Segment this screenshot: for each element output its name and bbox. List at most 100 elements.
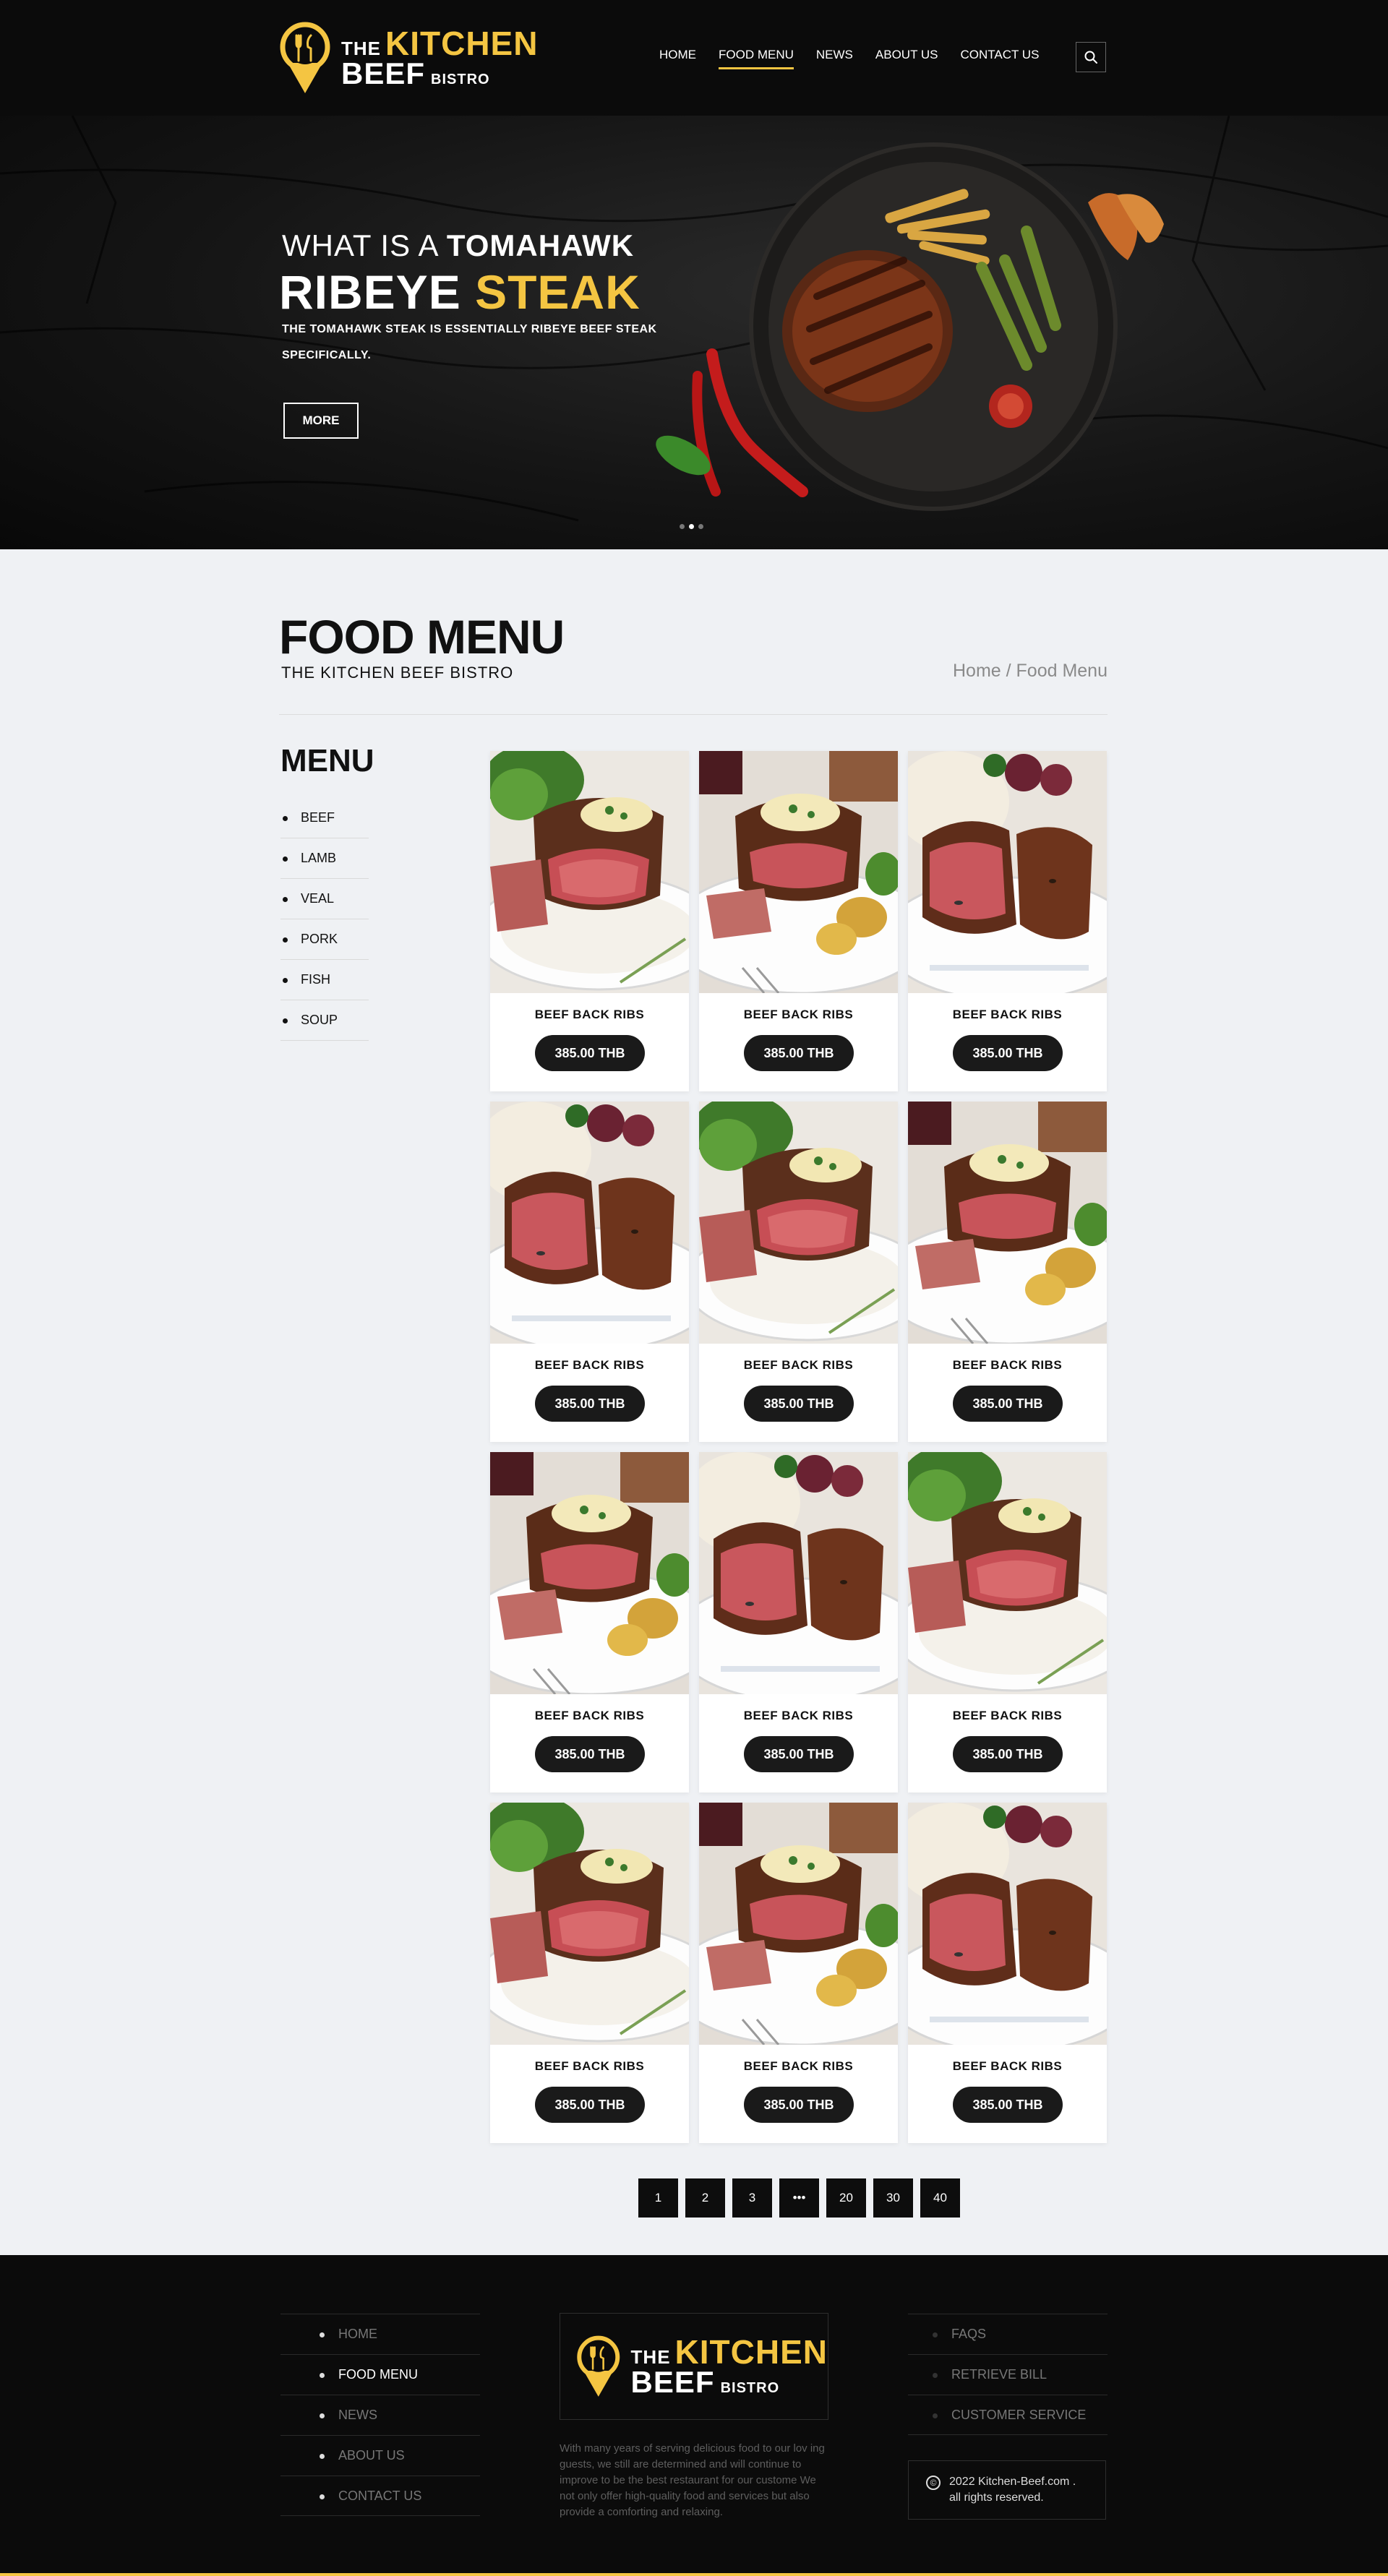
nav-home[interactable]: HOME bbox=[659, 48, 696, 69]
copyright-box: © 2022 Kitchen-Beef.com . all rights res… bbox=[908, 2460, 1106, 2520]
search-icon bbox=[1084, 51, 1097, 64]
footer-support-links: FAQS RETRIEVE BILL CUSTOMER SERVICE bbox=[908, 2314, 1108, 2435]
footer-link-news[interactable]: NEWS bbox=[280, 2395, 480, 2435]
slider-dot-3[interactable] bbox=[698, 524, 703, 529]
site-header: THE KITCHEN BEEF BISTRO HOME FOOD MENU N… bbox=[0, 0, 1388, 116]
logo-pin-icon bbox=[577, 2335, 620, 2397]
product-card[interactable]: BEEF BACK RIBS 385.00 THB bbox=[490, 1452, 689, 1793]
price-badge[interactable]: 385.00 THB bbox=[744, 1736, 854, 1772]
product-name: BEEF BACK RIBS bbox=[534, 1358, 645, 1372]
page-3[interactable]: 3 bbox=[732, 2178, 772, 2217]
footer-link-retrieve-bill[interactable]: RETRIEVE BILL bbox=[908, 2354, 1108, 2395]
page-ellipsis[interactable]: ••• bbox=[779, 2178, 819, 2217]
product-image bbox=[490, 1102, 689, 1344]
footer-link-food-menu[interactable]: FOOD MENU bbox=[280, 2354, 480, 2395]
category-lamb[interactable]: LAMB bbox=[280, 838, 369, 879]
product-name: BEEF BACK RIBS bbox=[952, 1709, 1063, 1722]
sidebar-heading: MENU bbox=[280, 743, 374, 778]
slider-dot-1[interactable] bbox=[680, 524, 685, 529]
product-name: BEEF BACK RIBS bbox=[534, 1008, 645, 1021]
nav-about-us[interactable]: ABOUT US bbox=[875, 48, 938, 69]
copyright-line2: all rights reserved. bbox=[949, 2491, 1044, 2504]
nav-contact-us[interactable]: CONTACT US bbox=[960, 48, 1039, 69]
copyright-line1: 2022 Kitchen-Beef.com . bbox=[949, 2476, 1076, 2488]
nav-news[interactable]: NEWS bbox=[816, 48, 853, 69]
category-soup[interactable]: SOUP bbox=[280, 1000, 369, 1041]
product-card[interactable]: BEEF BACK RIBS 385.00 THB bbox=[908, 1803, 1107, 2143]
footer-link-about-us[interactable]: ABOUT US bbox=[280, 2435, 480, 2476]
copyright-icon: © bbox=[926, 2476, 941, 2490]
price-badge[interactable]: 385.00 THB bbox=[744, 2087, 854, 2123]
slider-dot-2[interactable] bbox=[689, 524, 694, 529]
logo-wordmark: THE KITCHEN BEEF BISTRO bbox=[341, 27, 538, 89]
price-badge[interactable]: 385.00 THB bbox=[744, 1035, 854, 1071]
price-badge[interactable]: 385.00 THB bbox=[535, 2087, 645, 2123]
footer-logo-kitchen: KITCHEN bbox=[674, 2333, 828, 2371]
hero-title-line2: RIBEYE STEAK bbox=[279, 265, 641, 319]
footer-description: With many years of serving delicious foo… bbox=[560, 2442, 825, 2518]
category-beef[interactable]: BEEF bbox=[280, 798, 369, 838]
breadcrumb[interactable]: Home / Food Menu bbox=[953, 661, 1108, 682]
product-image bbox=[699, 1803, 898, 2045]
product-card[interactable]: BEEF BACK RIBS 385.00 THB bbox=[699, 1102, 898, 1442]
footer-nav: HOME FOOD MENU NEWS ABOUT US CONTACT US bbox=[280, 2314, 480, 2516]
price-badge[interactable]: 385.00 THB bbox=[535, 1035, 645, 1071]
product-card[interactable]: BEEF BACK RIBS 385.00 THB bbox=[908, 1452, 1107, 1793]
page-subtitle: THE KITCHEN BEEF BISTRO bbox=[281, 664, 514, 682]
logo-kitchen: KITCHEN bbox=[385, 25, 539, 62]
page-title: FOOD MENU bbox=[279, 610, 565, 664]
page-30[interactable]: 30 bbox=[873, 2178, 913, 2217]
product-card[interactable]: BEEF BACK RIBS 385.00 THB bbox=[490, 751, 689, 1091]
product-card[interactable]: BEEF BACK RIBS 385.00 THB bbox=[908, 1102, 1107, 1442]
divider bbox=[279, 714, 1108, 715]
nav-food-menu[interactable]: FOOD MENU bbox=[719, 48, 794, 69]
footer-link-home[interactable]: HOME bbox=[280, 2314, 480, 2354]
category-fish[interactable]: FISH bbox=[280, 960, 369, 1000]
price-badge[interactable]: 385.00 THB bbox=[953, 1736, 1063, 1772]
page-1[interactable]: 1 bbox=[638, 2178, 678, 2217]
page-2[interactable]: 2 bbox=[685, 2178, 725, 2217]
footer-logo-the: THE bbox=[630, 2346, 671, 2368]
product-card[interactable]: BEEF BACK RIBS 385.00 THB bbox=[908, 751, 1107, 1091]
hero-title-line1-b: TOMAHAWK bbox=[446, 228, 635, 262]
price-badge[interactable]: 385.00 THB bbox=[953, 2087, 1063, 2123]
logo-bistro: BISTRO bbox=[431, 72, 490, 87]
product-name: BEEF BACK RIBS bbox=[534, 2059, 645, 2073]
price-badge[interactable]: 385.00 THB bbox=[953, 1386, 1063, 1422]
price-badge[interactable]: 385.00 THB bbox=[953, 1035, 1063, 1071]
product-image bbox=[490, 751, 689, 993]
product-card[interactable]: BEEF BACK RIBS 385.00 THB bbox=[490, 1102, 689, 1442]
product-name: BEEF BACK RIBS bbox=[743, 1008, 854, 1021]
footer-logo[interactable]: THE KITCHEN BEEF BISTRO bbox=[560, 2313, 828, 2420]
category-list: BEEF LAMB VEAL PORK FISH SOUP bbox=[280, 798, 369, 1041]
main-nav: HOME FOOD MENU NEWS ABOUT US CONTACT US bbox=[659, 48, 1061, 69]
slider-dots bbox=[680, 524, 703, 529]
product-card[interactable]: BEEF BACK RIBS 385.00 THB bbox=[699, 1803, 898, 2143]
product-name: BEEF BACK RIBS bbox=[743, 2059, 854, 2073]
footer-logo-bistro: BISTRO bbox=[720, 2380, 780, 2396]
brand-logo[interactable]: THE KITCHEN BEEF BISTRO bbox=[279, 20, 538, 95]
footer-link-customer-service[interactable]: CUSTOMER SERVICE bbox=[908, 2395, 1108, 2435]
footer-logo-beef: BEEF bbox=[630, 2365, 715, 2399]
page-40[interactable]: 40 bbox=[920, 2178, 960, 2217]
product-card[interactable]: BEEF BACK RIBS 385.00 THB bbox=[490, 1803, 689, 2143]
logo-pin-icon bbox=[280, 22, 330, 93]
hero-subtitle: THE TOMAHAWK STEAK IS ESSENTIALLY RIBEYE… bbox=[282, 323, 657, 361]
footer-logo-wordmark: THE KITCHEN BEEF BISTRO bbox=[631, 2335, 828, 2397]
price-badge[interactable]: 385.00 THB bbox=[535, 1386, 645, 1422]
product-grid: BEEF BACK RIBS 385.00 THB BEEF BACK RIBS 3… bbox=[490, 751, 1107, 2143]
price-badge[interactable]: 385.00 THB bbox=[744, 1386, 854, 1422]
product-image bbox=[699, 751, 898, 993]
product-image bbox=[699, 1452, 898, 1694]
footer-link-faqs[interactable]: FAQS bbox=[908, 2314, 1108, 2354]
product-card[interactable]: BEEF BACK RIBS 385.00 THB bbox=[699, 751, 898, 1091]
category-pork[interactable]: PORK bbox=[280, 919, 369, 960]
search-button[interactable] bbox=[1076, 42, 1106, 72]
more-button[interactable]: MORE bbox=[283, 403, 359, 439]
footer-link-contact-us[interactable]: CONTACT US bbox=[280, 2476, 480, 2516]
category-veal[interactable]: VEAL bbox=[280, 879, 369, 919]
price-badge[interactable]: 385.00 THB bbox=[535, 1736, 645, 1772]
page-20[interactable]: 20 bbox=[826, 2178, 866, 2217]
hero-title-line2-a: RIBEYE bbox=[279, 265, 461, 319]
product-card[interactable]: BEEF BACK RIBS 385.00 THB bbox=[699, 1452, 898, 1793]
